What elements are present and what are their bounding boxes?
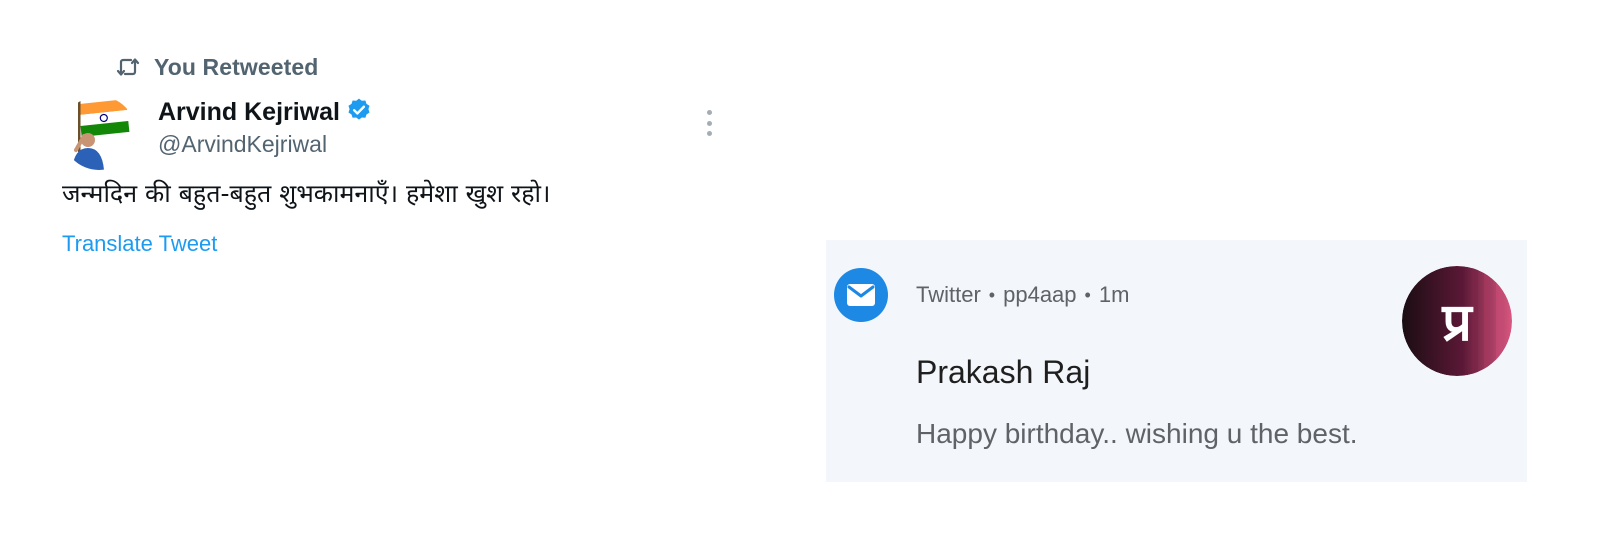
meta-separator: •: [988, 284, 996, 305]
meta-separator: •: [1084, 284, 1091, 305]
retweet-context: You Retweeted: [116, 52, 318, 82]
notification-app-name: Twitter: [916, 282, 981, 307]
author-name[interactable]: Arvind Kejriwal: [158, 98, 340, 127]
author-avatar[interactable]: [62, 96, 136, 170]
author-handle[interactable]: @ArvindKejriwal: [158, 131, 327, 158]
author-name-row[interactable]: Arvind Kejriwal: [158, 96, 372, 128]
notification-card[interactable]: Twitter • pp4aap • 1m Prakash Raj Happy …: [826, 240, 1527, 482]
notification-account: pp4aap: [1003, 282, 1077, 307]
translate-tweet-link[interactable]: Translate Tweet: [62, 231, 217, 257]
tweet-card[interactable]: You Retweeted Arvind Kejriwal @ArvindKej…: [0, 0, 760, 300]
notification-body: Happy birthday.. wishing u the best.: [916, 418, 1358, 449]
more-vertical-icon[interactable]: [696, 106, 722, 140]
sender-avatar-text: प्र: [1441, 292, 1474, 353]
notification-meta: Twitter • pp4aap • 1m: [916, 282, 1129, 308]
notification-time: 1m: [1098, 282, 1130, 307]
retweet-icon: [116, 56, 140, 78]
tweet-text: जन्मदिन की बहुत-बहुत शुभकामनाएँ। हमेशा ख…: [62, 179, 551, 208]
retweet-label: You Retweeted: [154, 53, 319, 80]
notification-title: Prakash Raj: [916, 354, 1091, 390]
sender-avatar: प्र: [1402, 266, 1512, 376]
mail-icon: [834, 268, 888, 322]
verified-badge-icon: [346, 97, 372, 128]
